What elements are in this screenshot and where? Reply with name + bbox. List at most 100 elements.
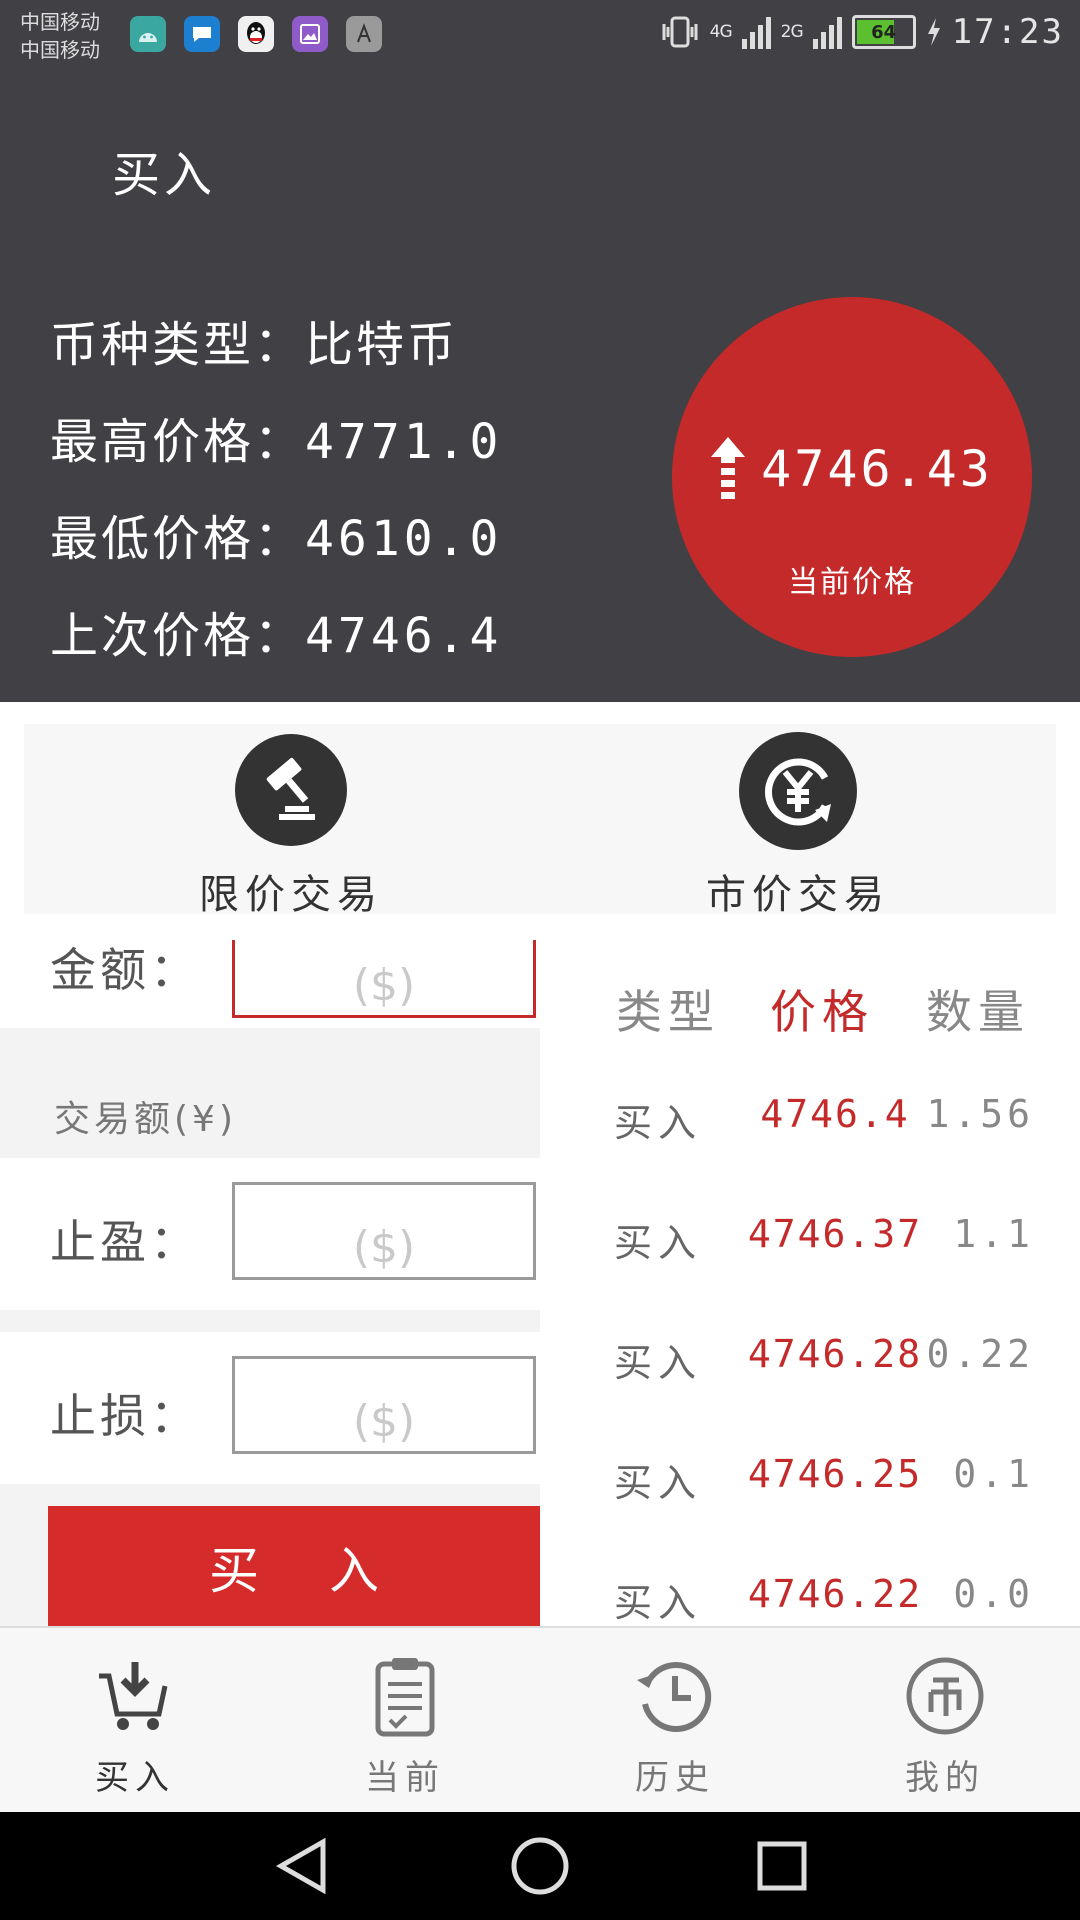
order-quantity: 1.56 — [926, 1092, 1034, 1136]
clock: 17:23 — [951, 12, 1064, 52]
take-profit-input[interactable]: ($) — [232, 1182, 536, 1280]
stop-loss-input[interactable]: ($) — [232, 1356, 536, 1454]
bottom-tab-bar: 买入 当前 历史 我的 — [0, 1626, 1080, 1814]
last-price-row: 上次价格：4746.4 — [50, 596, 502, 666]
amount-placeholder: ($) — [352, 960, 416, 1011]
order-book-quantity-header: 数量 — [926, 985, 1030, 1039]
carrier-2: 中国移动 — [20, 38, 100, 62]
order-book: 类型 价格 数量 买入 4746.4 1.56 买入 4746.37 1.1 买… — [564, 940, 1080, 1626]
current-price-value: 4746.43 — [761, 440, 993, 498]
signal-bars-2-icon — [812, 15, 842, 49]
coin-icon — [903, 1654, 987, 1738]
current-price-label: 当前价格 — [788, 565, 916, 600]
battery-icon: 64 — [851, 15, 916, 49]
current-price-circle: 4746.43 当前价格 — [672, 297, 1032, 657]
history-clock-icon — [633, 1654, 717, 1738]
tab-history[interactable]: 历史 — [540, 1628, 810, 1814]
clipboard-icon — [363, 1654, 447, 1738]
tab-current-label: 当前 — [365, 1758, 445, 1798]
signal-bars-1-icon — [741, 15, 771, 49]
order-form: 金额： ($) 交易额(¥) 止盈： ($) 止损： ($) 买入 — [0, 940, 540, 1626]
high-price-label: 最高价格： — [50, 414, 306, 470]
current-price-row: 4746.43 — [672, 437, 1032, 501]
low-price-value: 4610.0 — [305, 511, 503, 567]
coin-type-value: 比特币 — [305, 317, 459, 373]
cart-download-icon — [93, 1654, 177, 1738]
home-icon[interactable] — [510, 1836, 570, 1896]
market-info-panel: 买入 币种类型：比特币 最高价格：4771.0 最低价格：4610.0 上次价格… — [0, 75, 1080, 702]
order-book-type-header: 类型 — [616, 985, 720, 1039]
page-title: 买入 — [112, 147, 217, 203]
order-book-price-header: 价格 — [770, 985, 874, 1039]
order-type: 买入 — [614, 1461, 703, 1505]
gallery-icon — [292, 16, 328, 52]
tab-history-label: 历史 — [635, 1758, 715, 1798]
last-price-value: 4746.4 — [305, 608, 503, 664]
battery-level: 64 — [871, 21, 897, 43]
tab-buy-label: 买入 — [95, 1758, 175, 1798]
limit-order-button[interactable]: 限价交易 — [141, 724, 441, 918]
order-price: 4746.37 — [747, 1212, 923, 1256]
carrier-info: 中国移动 中国移动 — [20, 8, 100, 64]
order-price: 4746.4 — [760, 1092, 910, 1136]
order-quantity: 0.0 — [953, 1572, 1034, 1616]
order-book-row[interactable]: 买入 4746.4 1.56 — [564, 1092, 1080, 1152]
stop-loss-label: 止损： — [50, 1389, 200, 1443]
order-book-row[interactable]: 买入 4746.22 0.0 — [564, 1572, 1080, 1626]
charging-icon — [927, 18, 940, 46]
high-price-row: 最高价格：4771.0 — [50, 402, 502, 472]
tab-mine[interactable]: 我的 — [810, 1628, 1080, 1814]
market-order-label: 市价交易 — [706, 872, 890, 918]
system-nav-bar — [0, 1812, 1080, 1920]
font-icon — [346, 16, 382, 52]
take-profit-label: 止盈： — [50, 1215, 200, 1269]
amount-input[interactable]: ($) — [232, 940, 536, 1018]
yuan-exchange-icon — [739, 732, 857, 850]
message-icon — [184, 16, 220, 52]
carrier-1: 中国移动 — [20, 10, 100, 34]
trade-type-selector: 限价交易 市价交易 — [24, 724, 1056, 918]
status-bar: 中国移动 中国移动 4G 2G 64 17:23 — [0, 0, 1080, 75]
stop-loss-row: 止损： ($) — [0, 1332, 540, 1484]
order-quantity: 0.1 — [953, 1452, 1034, 1496]
limit-order-label: 限价交易 — [199, 872, 383, 918]
order-book-row[interactable]: 买入 4746.37 1.1 — [564, 1212, 1080, 1272]
notification-icons — [130, 16, 382, 52]
low-price-label: 最低价格： — [50, 511, 306, 567]
order-quantity: 1.1 — [953, 1212, 1034, 1256]
order-book-row[interactable]: 买入 4746.28 0.22 — [564, 1332, 1080, 1392]
order-price: 4746.25 — [747, 1452, 923, 1496]
stop-loss-placeholder: ($) — [352, 1396, 416, 1447]
take-profit-row: 止盈： ($) — [0, 1158, 540, 1310]
high-price-value: 4771.0 — [305, 414, 503, 470]
trade-amount-label: 交易额(¥) — [54, 1099, 237, 1140]
tab-current[interactable]: 当前 — [270, 1628, 540, 1814]
back-icon[interactable] — [272, 1836, 332, 1896]
tab-buy[interactable]: 买入 — [0, 1628, 270, 1814]
network-type-1: 4G — [709, 22, 733, 42]
android-icon — [130, 16, 166, 52]
low-price-row: 最低价格：4610.0 — [50, 499, 502, 569]
coin-type-row: 币种类型：比特币 — [50, 305, 458, 375]
order-type: 买入 — [614, 1581, 703, 1625]
buy-button[interactable]: 买入 — [48, 1506, 540, 1626]
market-order-button[interactable]: 市价交易 — [648, 724, 948, 918]
order-price: 4746.22 — [747, 1572, 923, 1616]
order-type: 买入 — [614, 1101, 703, 1145]
order-type: 买入 — [614, 1221, 703, 1265]
order-type: 买入 — [614, 1341, 703, 1385]
order-quantity: 0.22 — [926, 1332, 1034, 1376]
vibrate-icon — [662, 16, 698, 48]
order-price: 4746.28 — [747, 1332, 923, 1376]
network-type-2: 2G — [780, 22, 804, 42]
last-price-label: 上次价格： — [50, 608, 306, 664]
status-indicators: 4G 2G 64 17:23 — [660, 12, 1064, 52]
up-arrow-icon — [711, 437, 746, 499]
amount-label: 金额： — [50, 943, 200, 997]
take-profit-placeholder: ($) — [352, 1222, 416, 1273]
recents-icon[interactable] — [752, 1836, 812, 1896]
order-book-row[interactable]: 买入 4746.25 0.1 — [564, 1452, 1080, 1512]
amount-row: 金额： ($) — [0, 940, 540, 1028]
qq-icon — [238, 16, 274, 52]
tab-mine-label: 我的 — [905, 1758, 985, 1798]
